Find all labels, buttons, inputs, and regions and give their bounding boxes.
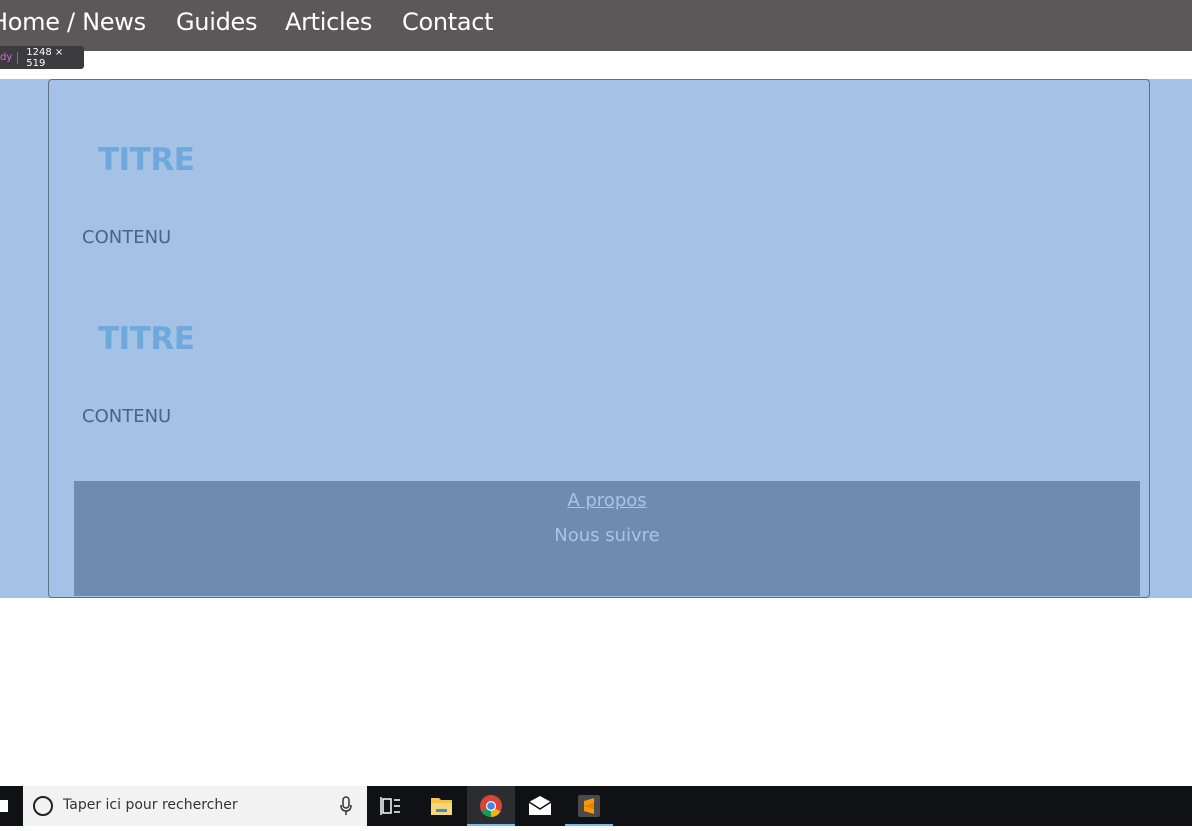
file-explorer-icon[interactable] <box>417 786 465 826</box>
top-nav: Home / News Guides Articles Contact <box>0 0 1192 51</box>
section-title: TITRE <box>98 321 195 357</box>
about-link[interactable]: A propos <box>74 490 1140 511</box>
page-footer: A propos Nous suivre <box>74 481 1140 596</box>
nav-item-guides[interactable]: Guides <box>176 8 257 36</box>
mail-icon[interactable] <box>516 786 564 826</box>
devtools-tag: dy <box>0 51 19 64</box>
sublime-text-icon[interactable] <box>565 786 613 826</box>
section-content: CONTENU <box>82 406 172 427</box>
follow-us-text: Nous suivre <box>554 525 660 546</box>
nav-item-contact[interactable]: Contact <box>402 8 494 36</box>
nav-item-home[interactable]: Home / News <box>0 8 146 36</box>
section-title: TITRE <box>98 142 195 178</box>
chrome-icon[interactable] <box>467 786 515 826</box>
microphone-icon[interactable] <box>339 796 353 816</box>
taskbar-search-box[interactable]: Taper ici pour rechercher <box>23 786 367 826</box>
start-button[interactable] <box>0 786 22 826</box>
search-placeholder: Taper ici pour rechercher <box>63 797 238 813</box>
windows-logo-icon <box>0 800 8 812</box>
devtools-size: 1248 × 519 <box>26 46 64 69</box>
nav-item-articles[interactable]: Articles <box>285 8 372 36</box>
section-content: CONTENU <box>82 227 172 248</box>
task-view-icon[interactable] <box>367 786 415 826</box>
devtools-tooltip: dy 1248 × 519 <box>0 46 84 69</box>
cortana-icon <box>33 796 53 816</box>
taskbar: Taper ici pour rechercher <box>0 786 1192 826</box>
